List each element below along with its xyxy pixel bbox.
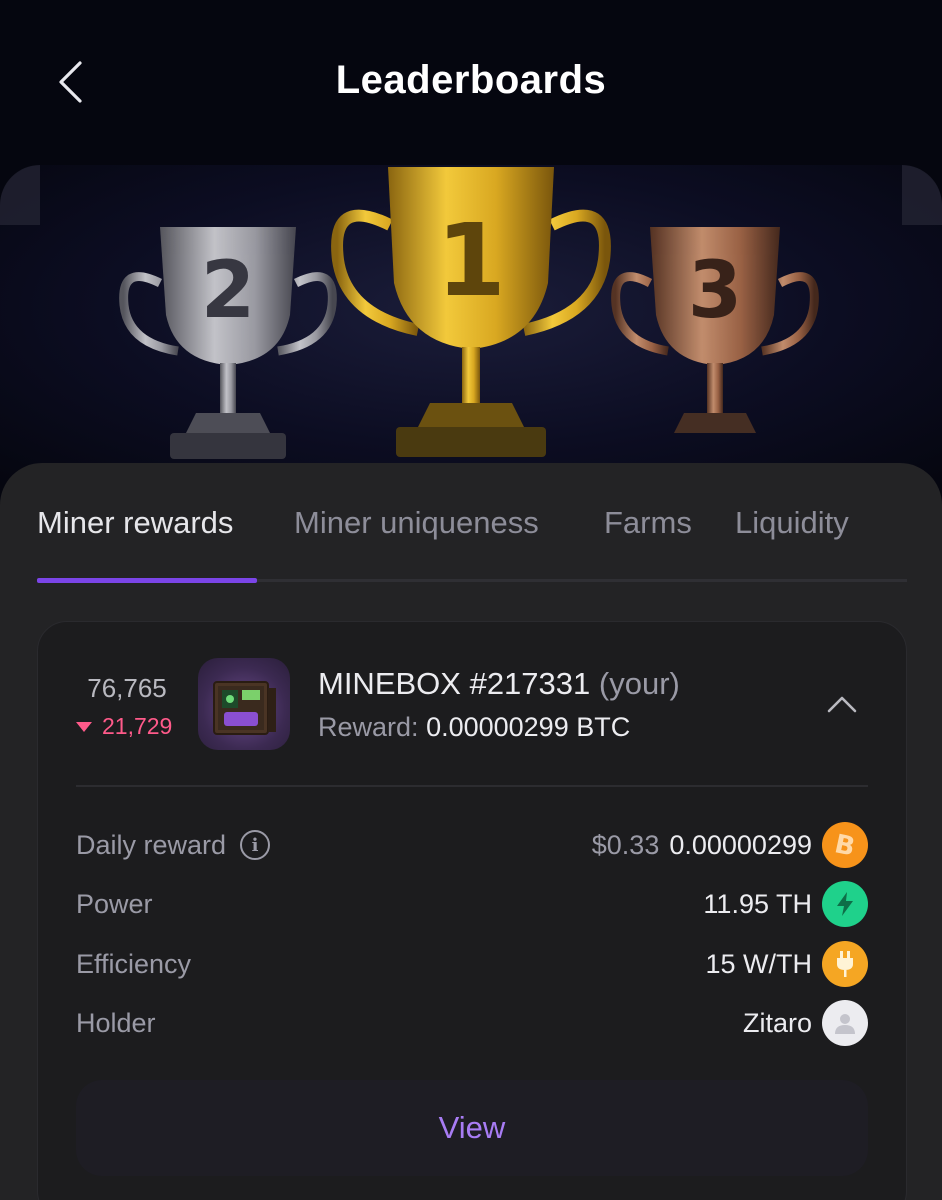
header: Leaderboards xyxy=(0,0,942,165)
efficiency-row: Efficiency 15 W/TH xyxy=(76,940,868,988)
miner-title: MINEBOX #217331 xyxy=(318,666,591,701)
lightning-icon xyxy=(822,881,868,927)
trophy-silver: 2 xyxy=(119,227,337,459)
daily-reward-label: Daily reward xyxy=(76,829,227,860)
page-title: Leaderboards xyxy=(335,58,607,102)
reward-label: Reward: xyxy=(318,712,419,742)
svg-text:2: 2 xyxy=(201,246,255,336)
power-label: Power xyxy=(76,888,153,919)
tab-bar: Miner rewards Miner uniqueness Farms Liq… xyxy=(37,505,907,583)
rank-position: 76,765 xyxy=(87,673,167,703)
tab-miner-rewards[interactable]: Miner rewards xyxy=(37,505,233,541)
miner-thumbnail[interactable] xyxy=(198,658,290,750)
trophy-bronze: 3 xyxy=(611,227,819,433)
minebox-image-icon xyxy=(213,681,276,735)
efficiency-label: Efficiency xyxy=(76,948,192,979)
reward-value: 0.00000299 BTC xyxy=(426,712,631,742)
info-icon[interactable]: i xyxy=(240,830,271,860)
chevron-up-icon xyxy=(827,696,857,713)
user-avatar-icon[interactable] xyxy=(822,1000,868,1046)
holder-name[interactable]: Zitaro xyxy=(743,1008,812,1039)
tab-miner-uniqueness[interactable]: Miner uniqueness xyxy=(294,505,539,541)
holder-row: Holder Zitaro xyxy=(76,999,868,1047)
daily-reward-value: 0.00000299 xyxy=(669,829,812,860)
trophy-banner: 2 3 1 xyxy=(0,165,942,485)
bitcoin-icon: B xyxy=(822,822,868,868)
tab-farms[interactable]: Farms xyxy=(604,505,692,541)
holder-label: Holder xyxy=(76,1007,156,1038)
tab-liquidity[interactable]: Liquidity xyxy=(735,505,849,541)
trophy-gold: 1 xyxy=(331,167,611,457)
rank-change-value: 21,729 xyxy=(102,713,173,739)
daily-reward-usd: $0.33 xyxy=(591,829,660,860)
power-value: 11.95 TH xyxy=(703,888,812,919)
active-tab-indicator xyxy=(37,578,257,583)
svg-text:1: 1 xyxy=(436,202,506,319)
owner-tag: (your) xyxy=(598,666,680,701)
svg-text:B: B xyxy=(832,830,858,860)
rank-change: 21,729 xyxy=(76,713,172,740)
daily-reward-row: Daily reward i $0.33 0.00000299 B xyxy=(76,821,868,869)
miner-reward: Reward: 0.00000299 BTC xyxy=(318,712,630,743)
power-row: Power 11.95 TH xyxy=(76,880,868,928)
arrow-down-icon xyxy=(76,721,92,732)
trophies-illustration: 2 3 1 xyxy=(119,167,819,459)
efficiency-value: 15 W/TH xyxy=(705,948,812,979)
svg-text:3: 3 xyxy=(688,246,742,336)
miner-name: MINEBOX #217331 (your) xyxy=(318,666,680,702)
collapse-button[interactable] xyxy=(820,686,864,722)
card-divider xyxy=(76,785,868,787)
view-button[interactable]: View xyxy=(76,1080,868,1176)
plug-icon xyxy=(822,941,868,987)
